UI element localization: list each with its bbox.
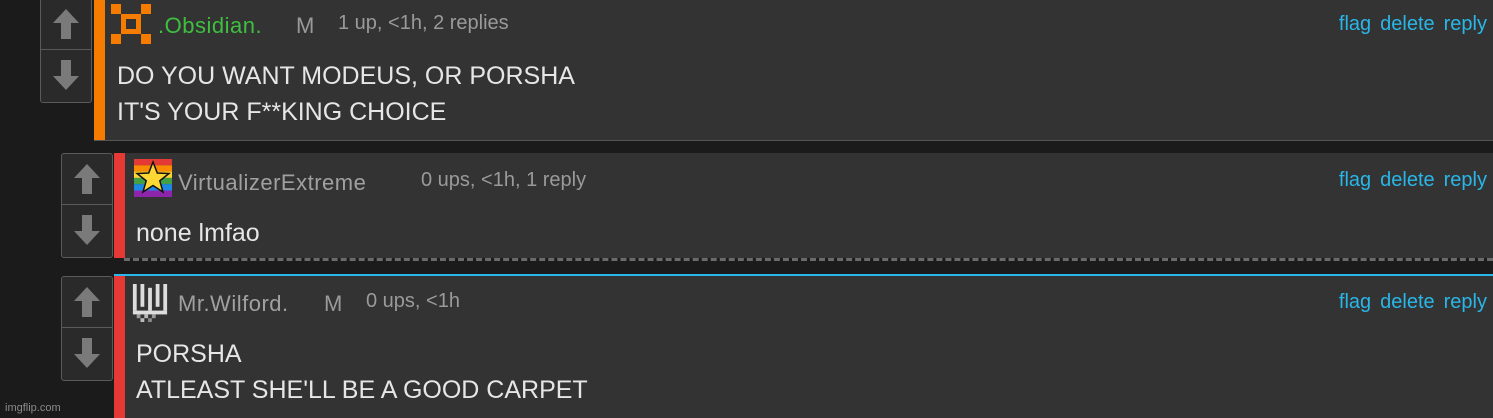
username-link[interactable]: .Obsidian.	[158, 13, 262, 39]
comment-line: none lmfao	[136, 219, 260, 247]
flag-link[interactable]: flag	[1339, 169, 1371, 192]
comment-accent-bar	[94, 0, 105, 140]
comment-accent-bar	[114, 153, 125, 258]
comment-meta: 0 ups, <1h	[366, 290, 460, 312]
orange-pixel-x-icon[interactable]	[111, 4, 151, 44]
arrow-up-icon	[74, 287, 100, 317]
comment-line: ATLEAST SHE'LL BE A GOOD CARPET	[136, 376, 588, 404]
vote-box	[40, 0, 92, 103]
username-link[interactable]: Mr.Wilford.	[178, 291, 289, 317]
rainbow-star-icon[interactable]	[134, 159, 174, 199]
downvote-button[interactable]	[62, 328, 112, 378]
flag-link[interactable]: flag	[1339, 291, 1371, 314]
pixel-w-icon[interactable]	[132, 284, 172, 324]
arrow-down-icon	[74, 338, 100, 368]
mod-badge: M	[296, 13, 315, 38]
comment-text: PORSHA ATLEAST SHE'LL BE A GOOD CARPET	[136, 336, 588, 408]
vote-box	[61, 276, 113, 381]
reply-link[interactable]: reply	[1444, 13, 1487, 36]
comment-text: none lmfao	[136, 215, 260, 251]
comment-body: .Obsidian. M 1 up, <1h, 2 replies flag d…	[94, 0, 1493, 141]
comment-meta: 0 ups, <1h, 1 reply	[421, 169, 587, 191]
delete-link[interactable]: delete	[1380, 169, 1435, 192]
comment-line: IT'S YOUR F**KING CHOICE	[117, 98, 447, 126]
comment-body: Mr.Wilford. M 0 ups, <1h flag delete rep…	[114, 274, 1493, 418]
arrow-down-icon	[53, 60, 79, 90]
reply-link[interactable]: reply	[1444, 291, 1487, 314]
upvote-button[interactable]	[62, 154, 112, 205]
comment-meta: 1 up, <1h, 2 replies	[338, 12, 509, 34]
delete-link[interactable]: delete	[1380, 291, 1435, 314]
arrow-up-icon	[74, 164, 100, 194]
flag-link[interactable]: flag	[1339, 13, 1371, 36]
upvote-button[interactable]	[62, 277, 112, 328]
comment-thread: .Obsidian. M 1 up, <1h, 2 replies flag d…	[0, 0, 1493, 418]
watermark: imgflip.com	[5, 402, 61, 414]
vote-box	[61, 153, 113, 258]
upvote-button[interactable]	[41, 0, 91, 50]
arrow-down-icon	[74, 215, 100, 245]
downvote-button[interactable]	[41, 50, 91, 100]
delete-link[interactable]: delete	[1380, 13, 1435, 36]
comment-line: DO YOU WANT MODEUS, OR PORSHA	[117, 62, 575, 90]
comment-actions: flag delete reply	[1339, 13, 1487, 36]
thread-divider	[124, 258, 1493, 261]
username-link[interactable]: VirtualizerExtreme	[178, 170, 366, 196]
comment-body: VirtualizerExtreme 0 ups, <1h, 1 reply f…	[114, 153, 1493, 258]
comment-text: DO YOU WANT MODEUS, OR PORSHA IT'S YOUR …	[117, 58, 575, 130]
downvote-button[interactable]	[62, 205, 112, 255]
mod-badge: M	[324, 291, 343, 316]
arrow-up-icon	[53, 9, 79, 39]
comment-actions: flag delete reply	[1339, 169, 1487, 192]
comment-line: PORSHA	[136, 340, 242, 368]
comment-accent-bar	[114, 276, 125, 418]
reply-link[interactable]: reply	[1444, 169, 1487, 192]
comment-actions: flag delete reply	[1339, 291, 1487, 314]
